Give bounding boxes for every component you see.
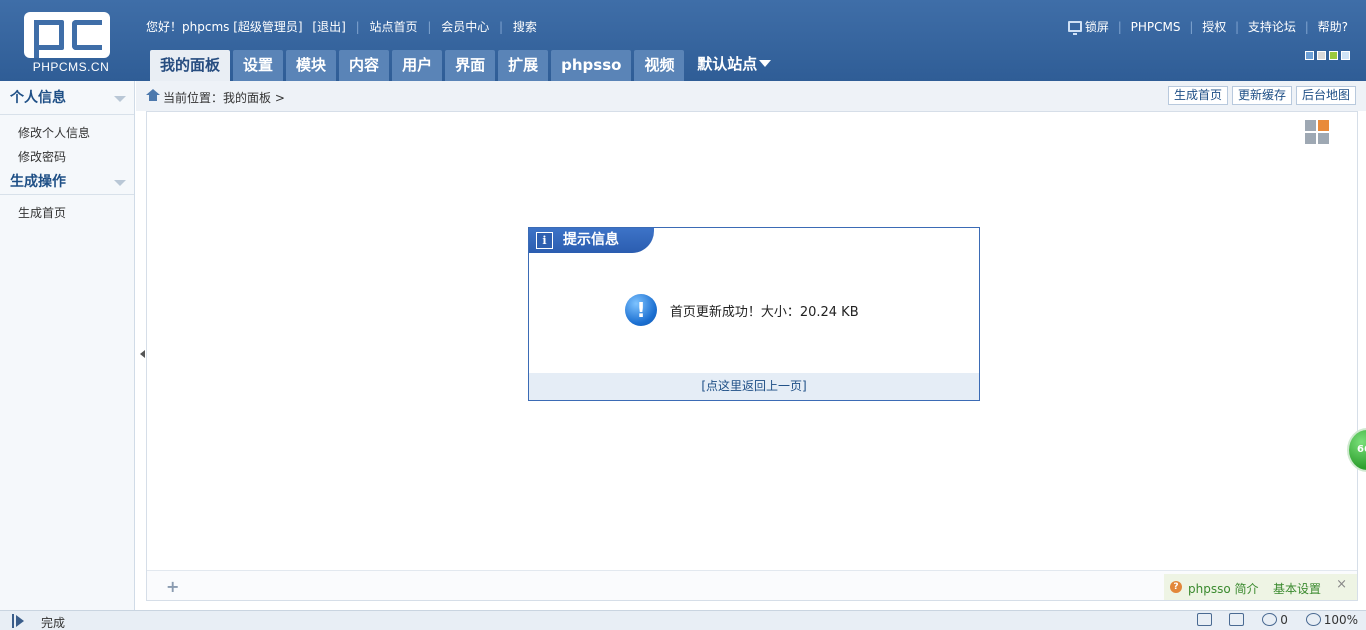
top-right-links: 锁屏 | PHPCMS | 授权 | 支持论坛 | 帮助? (1067, 18, 1348, 35)
message-dialog: i 提示信息 ! 首页更新成功！大小：20.24 KB [点这里返回上一页] (528, 227, 980, 401)
collapse-arrow-icon (114, 96, 126, 102)
widget-layout-icon[interactable] (1305, 120, 1332, 147)
basic-settings-link[interactable]: 基本设置 (1273, 580, 1321, 597)
sidebar-item-edit-profile[interactable]: 修改个人信息 (0, 121, 134, 145)
tab-phpsso[interactable]: phpsso (551, 50, 632, 81)
admin-map-button[interactable]: 后台地图 (1295, 86, 1356, 105)
logo-mark (24, 12, 110, 58)
sidebar-group-title: 个人信息 (10, 90, 66, 106)
license-link[interactable]: 授权 (1202, 20, 1226, 34)
help-link[interactable]: 帮助? (1318, 20, 1348, 34)
tab-video[interactable]: 视频 (634, 50, 685, 81)
quick-actions: 生成首页 更新缓存 后台地图 (1164, 86, 1356, 105)
logo-text: PHPCMS.CN (32, 60, 110, 74)
logout-link[interactable]: [退出] (312, 18, 345, 35)
status-text: 完成 (41, 616, 66, 630)
tab-users[interactable]: 用户 (392, 50, 443, 81)
phpcms-link[interactable]: PHPCMS (1131, 20, 1181, 34)
forum-link[interactable]: 支持论坛 (1248, 20, 1296, 34)
site-selector-label: 默认站点 (697, 55, 758, 73)
speaker-icon[interactable] (1196, 613, 1212, 626)
dialog-body: ! 首页更新成功！大小：20.24 KB (625, 294, 859, 326)
toolbox-icon[interactable] (1229, 613, 1245, 626)
home-icon (146, 89, 160, 101)
tab-extensions[interactable]: 扩展 (498, 50, 549, 81)
main-panel: i 提示信息 ! 首页更新成功！大小：20.24 KB [点这里返回上一页] +… (146, 111, 1358, 601)
info-icon: i (536, 232, 553, 249)
status-right: 0 100% (1183, 613, 1358, 627)
tab-content[interactable]: 内容 (339, 50, 390, 81)
tab-interface[interactable]: 界面 (445, 50, 496, 81)
shield-icon[interactable] (1262, 613, 1278, 626)
member-center-link[interactable]: 会员中心 (441, 18, 489, 35)
phpsso-intro-link[interactable]: phpsso 简介 (1188, 580, 1259, 597)
add-widget-icon[interactable]: + (166, 577, 179, 596)
breadcrumb-bar: 当前位置：我的面板 > 生成首页 更新缓存 后台地图 (136, 81, 1366, 111)
dialog-title: 提示信息 (563, 232, 619, 248)
sidebar-toggle-icon[interactable] (140, 350, 145, 358)
sidebar: 个人信息 修改个人信息 修改密码 生成操作 生成首页 (0, 81, 135, 610)
exclamation-icon: ! (625, 294, 657, 326)
skin-swatch-gray[interactable] (1317, 51, 1326, 60)
site-selector[interactable]: 默认站点 (691, 50, 777, 81)
zoom-icon[interactable] (1305, 613, 1321, 626)
skin-switcher (1302, 49, 1350, 63)
bottom-info-tabs: ? phpsso 简介 基本设置 × (1164, 574, 1357, 600)
sidebar-group-generate[interactable]: 生成操作 (0, 169, 134, 195)
tab-settings[interactable]: 设置 (233, 50, 284, 81)
collapse-arrow-icon (114, 180, 126, 186)
dialog-title-bar: i 提示信息 (529, 228, 654, 253)
play-icon[interactable] (12, 614, 26, 628)
browser-status-bar: 完成 0 100% (0, 610, 1366, 630)
sidebar-group-personal[interactable]: 个人信息 (0, 81, 134, 115)
close-icon[interactable]: × (1336, 577, 1347, 592)
go-back-link[interactable]: [点这里返回上一页] (701, 379, 806, 393)
panel-bottom-bar: + ? phpsso 简介 基本设置 × (147, 570, 1357, 600)
top-user-links: 您好！phpcms [超级管理员] [退出] | 站点首页 | 会员中心 | 搜… (146, 18, 537, 35)
sidebar-item-generate-home[interactable]: 生成首页 (0, 201, 134, 225)
top-header: PHPCMS.CN 您好！phpcms [超级管理员] [退出] | 站点首页 … (0, 0, 1366, 81)
zoom-level[interactable]: 100% (1324, 613, 1358, 627)
dialog-message: 首页更新成功！大小：20.24 KB (669, 304, 859, 320)
generate-home-button[interactable]: 生成首页 (1167, 86, 1228, 105)
main-nav: 我的面板 设置 模块 内容 用户 界面 扩展 phpsso 视频 默认站点 (150, 50, 777, 81)
sidebar-group-title: 生成操作 (10, 174, 66, 190)
skin-swatch-light[interactable] (1341, 51, 1350, 60)
breadcrumb: 当前位置：我的面板 > (163, 91, 285, 105)
help-icon: ? (1170, 581, 1182, 593)
skin-swatch-green[interactable] (1329, 51, 1338, 60)
site-home-link[interactable]: 站点首页 (369, 18, 417, 35)
sidebar-item-change-password[interactable]: 修改密码 (0, 145, 134, 169)
update-cache-button[interactable]: 更新缓存 (1231, 86, 1292, 105)
tab-my-panel[interactable]: 我的面板 (150, 50, 231, 81)
lock-screen-link[interactable]: 锁屏 (1085, 20, 1109, 34)
dropdown-arrow-icon (759, 60, 772, 67)
monitor-icon (1067, 21, 1082, 35)
skin-swatch-blue[interactable] (1305, 51, 1314, 60)
search-link[interactable]: 搜索 (513, 18, 537, 35)
greeting-text: 您好！phpcms [超级管理员] (146, 20, 303, 34)
phpcms-logo[interactable]: PHPCMS.CN (8, 6, 130, 76)
dialog-footer: [点这里返回上一页] (529, 373, 979, 400)
shield-count: 0 (1280, 613, 1288, 627)
tab-modules[interactable]: 模块 (286, 50, 337, 81)
